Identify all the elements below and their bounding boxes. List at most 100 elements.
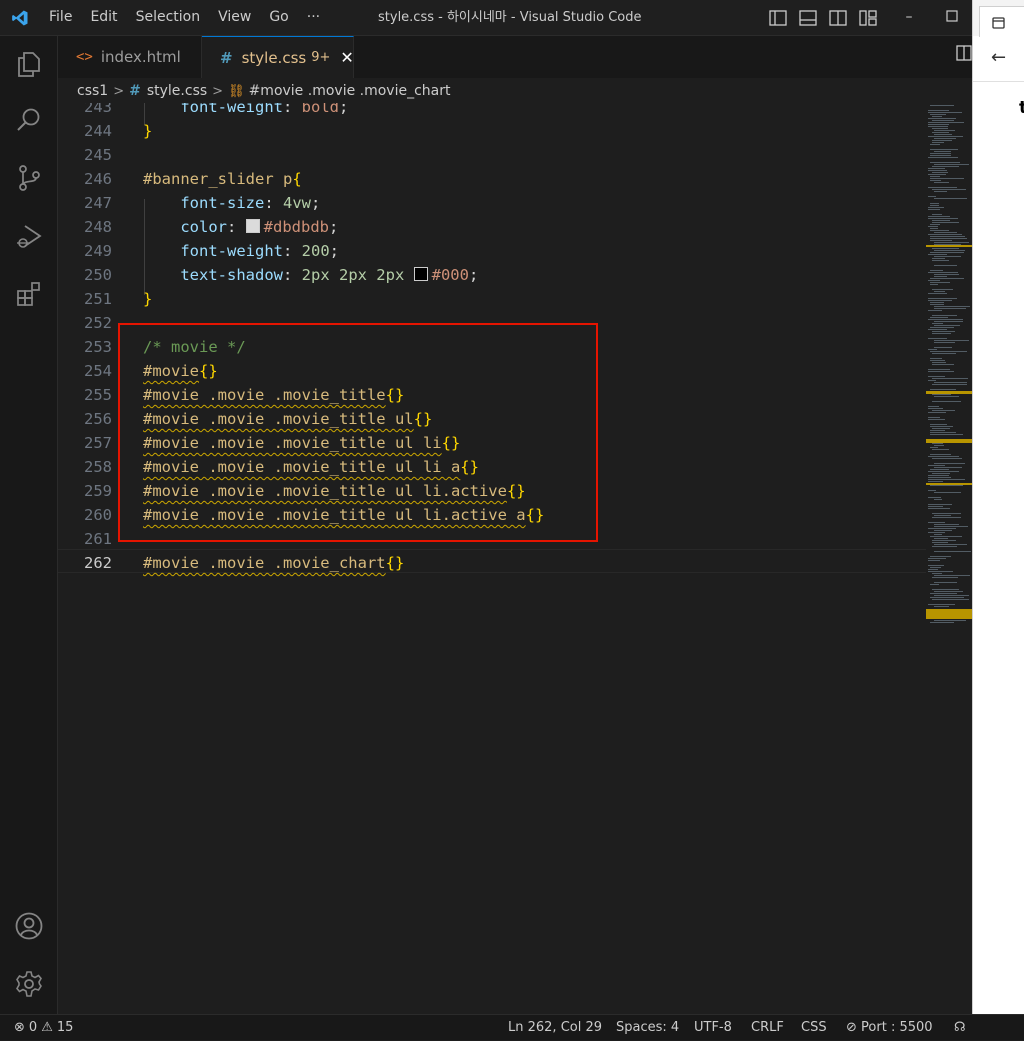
encoding[interactable]: UTF-8	[694, 1015, 732, 1041]
minimap-line	[928, 196, 936, 197]
code-line[interactable]: 258 #movie .movie .movie_title ul li a{}	[58, 455, 926, 479]
minimap-line	[930, 389, 956, 390]
extensions-icon[interactable]	[0, 270, 57, 318]
code-line[interactable]: 248 color: #dbdbdb;	[58, 215, 926, 239]
close-icon[interactable]: ✕	[340, 48, 353, 67]
minimap-line	[928, 126, 948, 127]
minimap-line	[934, 396, 959, 397]
language-mode[interactable]: CSS	[801, 1015, 827, 1041]
code-editor[interactable]: 243 font-weight: bold; 244} 245 246 #banner_…	[58, 103, 926, 1014]
code-line[interactable]: 259 #movie .movie .movie_title ul li.acti…	[58, 479, 926, 503]
breadcrumb-symbol[interactable]: #movie .movie .movie_chart	[249, 83, 451, 99]
minimap-line	[932, 362, 946, 363]
menu-go[interactable]: Go	[260, 0, 297, 35]
source-control-icon[interactable]	[0, 154, 57, 202]
minimap-line	[934, 575, 970, 576]
code-token: :	[227, 218, 246, 236]
tab-index-html[interactable]: <> index.html	[58, 36, 202, 78]
color-swatch[interactable]	[413, 267, 428, 281]
line-number: 246	[84, 170, 112, 188]
back-arrow-icon[interactable]: ←	[991, 47, 1006, 68]
line-ending[interactable]: CRLF	[751, 1015, 784, 1041]
manage-gear-icon[interactable]	[0, 960, 57, 1008]
line-number: 251	[84, 290, 112, 308]
minimap-line	[928, 376, 945, 377]
minimap-line	[932, 410, 955, 411]
code-line[interactable]: 260 #movie .movie .movie_title ul li.acti…	[58, 503, 926, 527]
code-line[interactable]: 245	[58, 143, 926, 167]
minimap-line	[928, 371, 954, 372]
minimap-line	[928, 209, 940, 210]
minimap-line	[934, 515, 951, 516]
minimap[interactable]	[926, 103, 972, 1014]
explorer-icon[interactable]	[0, 40, 57, 88]
minimap-line	[928, 560, 940, 561]
line-number: 247	[84, 194, 112, 212]
menu-selection[interactable]: Selection	[127, 0, 210, 35]
split-editor-icon[interactable]	[956, 44, 972, 62]
minimap-line	[930, 584, 939, 585]
code-token: ;	[311, 194, 321, 212]
problems-indicator[interactable]: ⊗ 0 ⚠ 15	[14, 1015, 73, 1041]
line-number: 254	[84, 362, 112, 380]
live-server-port[interactable]: ⊘ Port : 5500	[846, 1015, 933, 1041]
toggle-primary-sidebar-icon[interactable]	[766, 6, 790, 30]
code-token: color	[180, 218, 227, 236]
code-line[interactable]: 243 font-weight: bold;	[58, 103, 926, 119]
minimap-line	[928, 522, 945, 523]
code-line[interactable]: 244}	[58, 119, 926, 143]
code-line[interactable]: 251}	[58, 287, 926, 311]
code-line[interactable]: 256 #movie .movie .movie_title ul{}	[58, 407, 926, 431]
browser-tab[interactable]	[979, 6, 1024, 37]
code-line[interactable]: 246 #banner_slider p{	[58, 167, 926, 191]
code-line[interactable]: 255 #movie .movie .movie_title{}	[58, 383, 926, 407]
code-line[interactable]: 261	[58, 527, 926, 551]
problems-badge: 9+	[311, 50, 331, 65]
minimap-line	[930, 240, 952, 241]
minimap-line	[930, 180, 941, 181]
accounts-icon[interactable]	[0, 902, 57, 950]
menu-more[interactable]: ···	[298, 0, 329, 35]
minimap-line	[930, 205, 939, 206]
minimap-line	[934, 232, 957, 233]
color-swatch[interactable]	[245, 219, 260, 233]
code-token: 4vw	[283, 194, 311, 212]
toggle-secondary-sidebar-icon[interactable]	[826, 6, 850, 30]
menu-file[interactable]: File	[40, 0, 81, 35]
code-line[interactable]: 262 #movie .movie .movie_chart{}	[58, 551, 926, 575]
cursor-position[interactable]: Ln 262, Col 29	[508, 1015, 602, 1041]
code-line[interactable]: 250 text-shadow: 2px 2px 2px #000;	[58, 263, 926, 287]
minimap-line	[928, 174, 946, 175]
customize-layout-icon[interactable]	[856, 6, 880, 30]
code-line[interactable]: 253 /* movie */	[58, 335, 926, 359]
breadcrumb-file[interactable]: style.css	[147, 83, 207, 99]
code-line[interactable]: 257 #movie .movie .movie_title ul li{}	[58, 431, 926, 455]
toggle-panel-icon[interactable]	[796, 6, 820, 30]
minimap-line	[934, 445, 944, 446]
breadcrumb-folder[interactable]: css1	[77, 83, 108, 99]
minimap-line	[930, 105, 954, 106]
code-line[interactable]: 252	[58, 311, 926, 335]
menu-view[interactable]: View	[209, 0, 260, 35]
minimap-line	[928, 170, 947, 171]
code-token: ;	[468, 266, 479, 284]
minimap-line	[934, 530, 952, 531]
accounts-status-icon[interactable]: ☊	[954, 1015, 966, 1041]
minimap-highlight	[926, 439, 972, 443]
tab-style-css[interactable]: # style.css 9+ ✕	[202, 36, 354, 78]
code-line[interactable]: 254 #movie{}	[58, 359, 926, 383]
code-line[interactable]: 247 font-size: 4vw;	[58, 191, 926, 215]
minimap-line	[932, 542, 948, 543]
minimap-highlight	[926, 483, 972, 485]
code-line[interactable]: 249 font-weight: 200;	[58, 239, 926, 263]
run-debug-icon[interactable]	[0, 212, 57, 260]
search-icon[interactable]	[0, 96, 57, 144]
line-number: 257	[84, 434, 112, 452]
minimap-line	[930, 567, 941, 568]
maximize-icon[interactable]	[946, 10, 960, 24]
minimap-highlight	[926, 245, 972, 247]
minimize-icon[interactable]: –	[902, 10, 916, 24]
minimap-line	[934, 582, 957, 583]
menu-edit[interactable]: Edit	[81, 0, 126, 35]
indentation[interactable]: Spaces: 4	[616, 1015, 679, 1041]
